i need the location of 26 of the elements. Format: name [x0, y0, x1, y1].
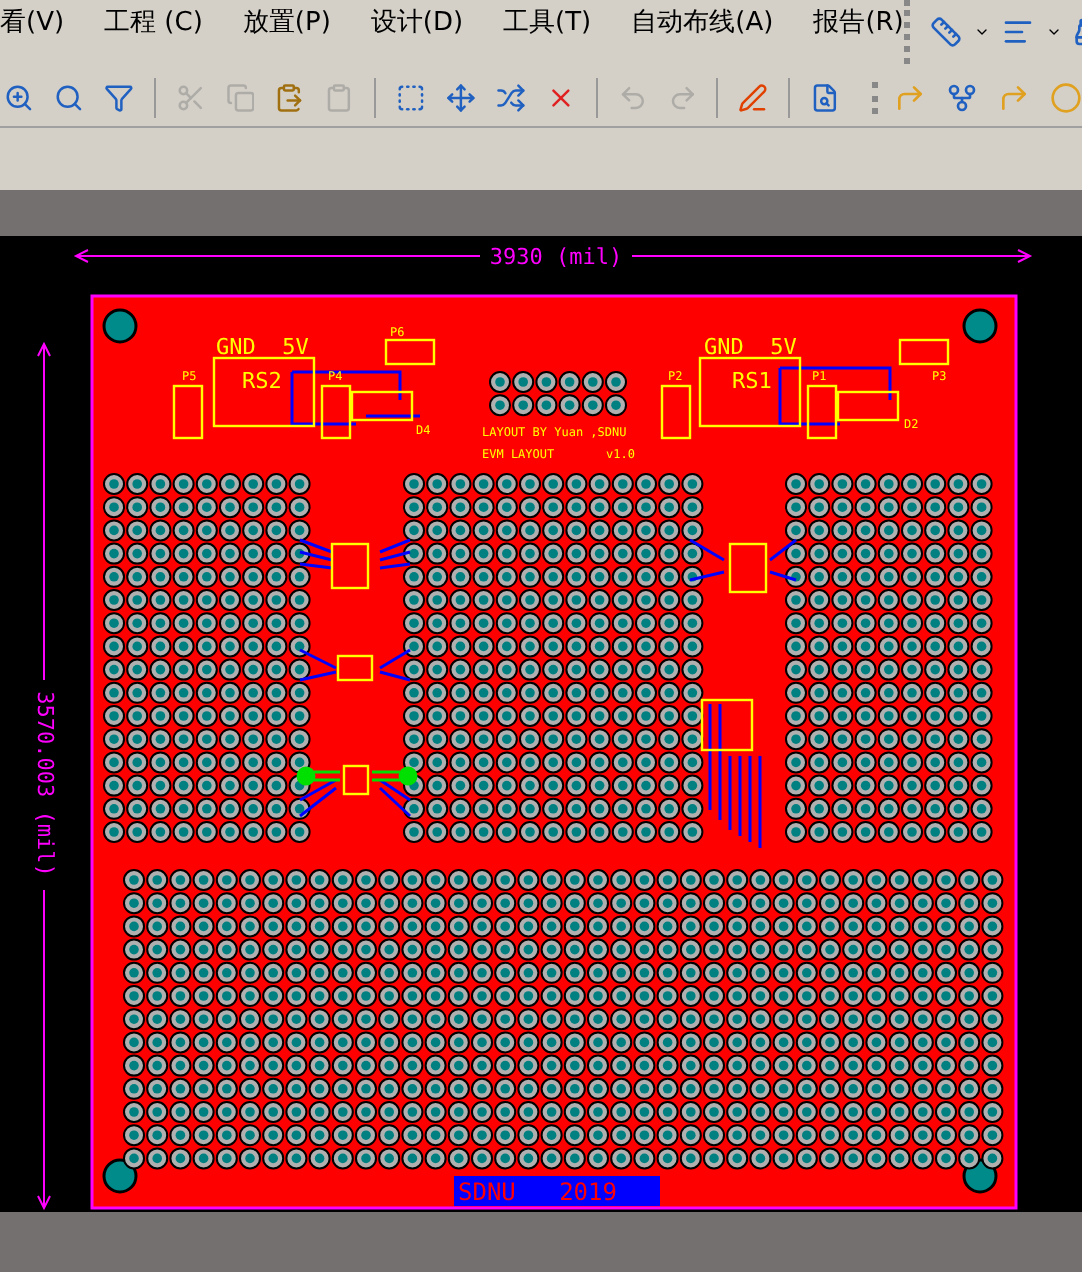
paste-icon[interactable] [274, 81, 305, 113]
silkscreen-label: GND 5V [704, 334, 797, 360]
silkscreen-label: GND 5V [216, 334, 309, 360]
pen-icon[interactable] [738, 81, 769, 113]
menu-item[interactable]: 看(V) [0, 4, 65, 43]
zoom-icon[interactable] [53, 81, 84, 113]
zoom-area-icon[interactable] [4, 81, 34, 113]
align-icon[interactable] [1001, 16, 1034, 48]
move-icon[interactable] [446, 81, 476, 113]
menu-item[interactable]: 自动布线(A) [631, 4, 774, 43]
height-dimension: 3570.003 (mil) [31, 691, 58, 877]
footer-label: SDNU 2019 [454, 1176, 660, 1206]
ruler-icon[interactable] [929, 16, 962, 48]
width-dimension: 3930 (mil) [489, 244, 623, 270]
report-search-icon[interactable] [810, 81, 841, 113]
select-icon[interactable] [396, 81, 426, 113]
caret-icon[interactable] [973, 24, 990, 40]
menu-item[interactable]: 工具(T) [503, 4, 592, 43]
filter-icon[interactable] [103, 81, 134, 113]
menu-item[interactable]: 工程 (C) [104, 4, 203, 43]
menu-item[interactable]: 放置(P) [242, 4, 331, 43]
silkscreen-label: RS2 [242, 368, 282, 394]
caret-icon[interactable] [1045, 24, 1062, 40]
silkscreen-label: RS1 [732, 368, 772, 394]
menu-item[interactable]: 设计(D) [370, 4, 464, 43]
menu-item[interactable]: 报告(R) [813, 4, 904, 43]
